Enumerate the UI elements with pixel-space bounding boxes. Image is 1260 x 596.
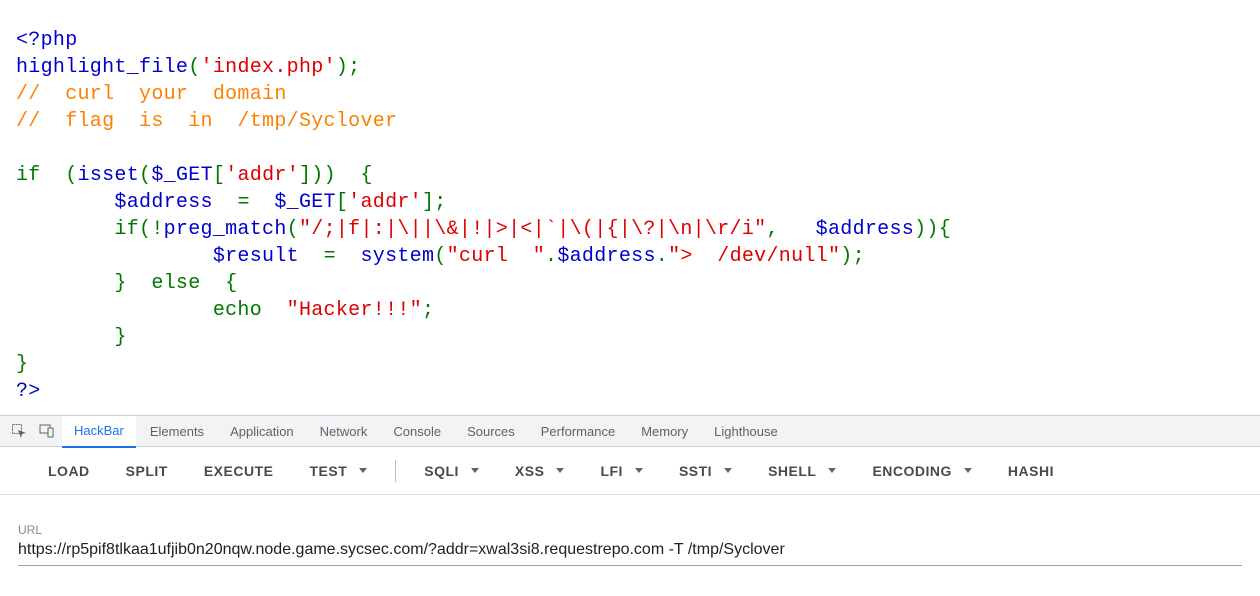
ssti-dropdown[interactable]: SSTI bbox=[661, 447, 750, 494]
sqli-label: SQLI bbox=[424, 463, 459, 479]
execute-button[interactable]: EXECUTE bbox=[186, 447, 292, 494]
chevron-down-icon bbox=[724, 468, 732, 473]
code-token: . bbox=[545, 245, 557, 268]
device-toolbar-icon[interactable] bbox=[34, 418, 60, 444]
code-token: isset bbox=[78, 164, 140, 187]
chevron-down-icon bbox=[471, 468, 479, 473]
devtools-tabstrip: HackBar Elements Application Network Con… bbox=[0, 415, 1260, 447]
hackbar-toolbar: LOAD SPLIT EXECUTE TEST SQLI XSS LFI SST… bbox=[0, 447, 1260, 495]
code-token: $address bbox=[557, 245, 655, 268]
test-dropdown[interactable]: TEST bbox=[291, 447, 385, 494]
xss-dropdown[interactable]: XSS bbox=[497, 447, 583, 494]
code-token: if bbox=[16, 164, 65, 187]
code-token: } bbox=[16, 326, 127, 349]
code-token: ); bbox=[840, 245, 865, 268]
code-token: ( bbox=[139, 164, 151, 187]
tab-network[interactable]: Network bbox=[308, 415, 380, 447]
code-token: [ bbox=[213, 164, 225, 187]
code-comment: // curl your domain bbox=[16, 83, 287, 106]
code-token: ); bbox=[336, 56, 361, 79]
tab-hackbar[interactable]: HackBar bbox=[62, 416, 136, 448]
code-token: [ bbox=[336, 191, 348, 214]
url-label: URL bbox=[18, 523, 1242, 537]
code-token: ( bbox=[434, 245, 446, 268]
code-token: } bbox=[16, 353, 28, 376]
tab-elements[interactable]: Elements bbox=[138, 415, 216, 447]
tab-lighthouse[interactable]: Lighthouse bbox=[702, 415, 790, 447]
encoding-dropdown[interactable]: ENCODING bbox=[854, 447, 989, 494]
xss-label: XSS bbox=[515, 463, 545, 479]
code-token: } else { bbox=[16, 272, 237, 295]
code-token: ?> bbox=[16, 380, 41, 403]
code-token: ( bbox=[287, 218, 299, 241]
code-token: ( bbox=[65, 164, 77, 187]
tab-sources[interactable]: Sources bbox=[455, 415, 527, 447]
code-token: 'addr' bbox=[348, 191, 422, 214]
tab-performance[interactable]: Performance bbox=[529, 415, 627, 447]
ssti-label: SSTI bbox=[679, 463, 712, 479]
inspect-element-icon[interactable] bbox=[6, 418, 32, 444]
lfi-label: LFI bbox=[600, 463, 623, 479]
url-input[interactable] bbox=[18, 539, 1242, 566]
lfi-dropdown[interactable]: LFI bbox=[582, 447, 661, 494]
code-token: $_GET bbox=[274, 191, 336, 214]
code-token: $_GET bbox=[151, 164, 213, 187]
chevron-down-icon bbox=[964, 468, 972, 473]
load-button[interactable]: LOAD bbox=[30, 447, 108, 494]
code-token: highlight_file bbox=[16, 56, 188, 79]
encoding-label: ENCODING bbox=[872, 463, 951, 479]
split-button[interactable]: SPLIT bbox=[108, 447, 186, 494]
hashing-label: HASHI bbox=[1008, 463, 1054, 479]
code-token: ]; bbox=[422, 191, 447, 214]
shell-dropdown[interactable]: SHELL bbox=[750, 447, 854, 494]
test-label: TEST bbox=[309, 463, 347, 479]
shell-label: SHELL bbox=[768, 463, 816, 479]
code-token: 'addr' bbox=[225, 164, 299, 187]
code-token: if(! bbox=[16, 218, 164, 241]
tab-console[interactable]: Console bbox=[381, 415, 453, 447]
code-token: ( bbox=[188, 56, 200, 79]
code-token: ])) { bbox=[299, 164, 373, 187]
code-token: = bbox=[324, 245, 361, 268]
code-token: $address bbox=[816, 218, 914, 241]
chevron-down-icon bbox=[556, 468, 564, 473]
chevron-down-icon bbox=[828, 468, 836, 473]
code-token: $result bbox=[16, 245, 324, 268]
toolbar-divider bbox=[395, 460, 396, 482]
tab-application[interactable]: Application bbox=[218, 415, 306, 447]
code-token: "curl " bbox=[447, 245, 545, 268]
code-comment: // flag is in /tmp/Syclover bbox=[16, 110, 397, 133]
code-token: )){ bbox=[914, 218, 951, 241]
code-token: "Hacker!!!" bbox=[287, 299, 422, 322]
code-token: $address bbox=[16, 191, 237, 214]
url-section: URL bbox=[0, 495, 1260, 576]
code-token: echo bbox=[16, 299, 287, 322]
code-token: preg_match bbox=[164, 218, 287, 241]
chevron-down-icon bbox=[635, 468, 643, 473]
code-token: ; bbox=[422, 299, 434, 322]
hashing-dropdown[interactable]: HASHI bbox=[990, 447, 1072, 494]
php-source-code: <?php highlight_file('index.php'); // cu… bbox=[0, 0, 1260, 415]
code-token: "/;|f|:|\||\&|!|>|<|`|\(|{|\?|\n|\r/i" bbox=[299, 218, 766, 241]
chevron-down-icon bbox=[359, 468, 367, 473]
code-token: "> /dev/null" bbox=[668, 245, 840, 268]
sqli-dropdown[interactable]: SQLI bbox=[406, 447, 497, 494]
code-token: = bbox=[237, 191, 274, 214]
code-token: <?php bbox=[16, 29, 78, 52]
code-token: , bbox=[766, 218, 815, 241]
tab-memory[interactable]: Memory bbox=[629, 415, 700, 447]
code-token: 'index.php' bbox=[201, 56, 336, 79]
code-token: . bbox=[656, 245, 668, 268]
code-token: system bbox=[360, 245, 434, 268]
